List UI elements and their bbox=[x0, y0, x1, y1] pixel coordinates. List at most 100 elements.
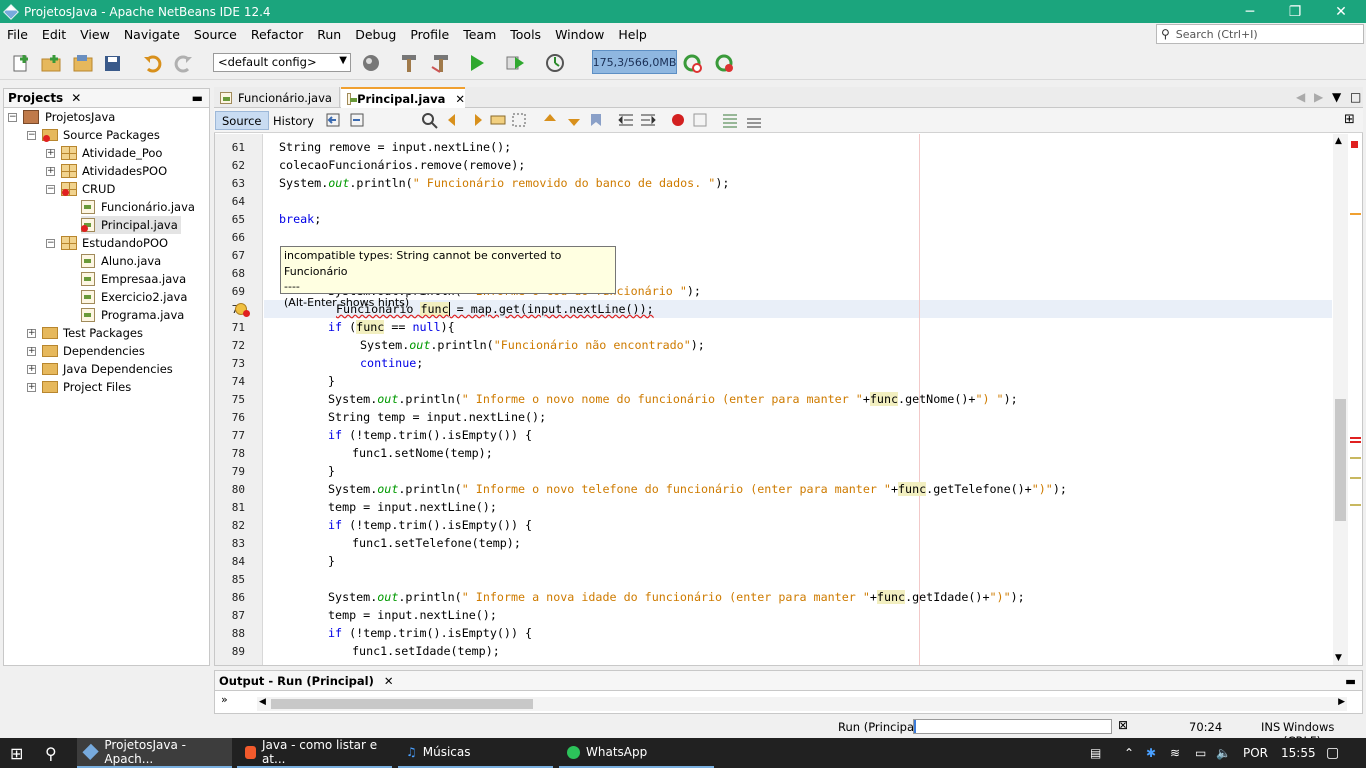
error-stripe-mark[interactable] bbox=[1350, 437, 1361, 439]
scroll-right-icon[interactable]: ▶ bbox=[1314, 90, 1323, 104]
tree-java-dependencies[interactable]: + Java Dependencies bbox=[27, 360, 173, 378]
code-line-80[interactable]: System.out.println(" Informe o novo tele… bbox=[328, 482, 1067, 496]
tree-file-principal[interactable]: Principal.java bbox=[81, 216, 181, 234]
expand-icon[interactable]: + bbox=[27, 328, 36, 338]
output-tab[interactable]: Output - Run (Principal) ✕ ▬ bbox=[215, 671, 1362, 691]
close-button[interactable]: ✕ bbox=[1318, 0, 1364, 23]
tree-project-files[interactable]: + Project Files bbox=[27, 378, 131, 396]
shift-left-icon[interactable] bbox=[616, 111, 638, 131]
menu-run[interactable]: Run bbox=[310, 27, 348, 42]
editor-vertical-scrollbar[interactable]: ▲ ▼ bbox=[1333, 134, 1348, 665]
maximize-icon[interactable]: □ bbox=[1350, 90, 1361, 104]
tree-dependencies[interactable]: + Dependencies bbox=[27, 342, 145, 360]
notifications-icon[interactable]: ▢ bbox=[1326, 738, 1339, 768]
close-icon[interactable]: ✕ bbox=[384, 674, 394, 688]
find-icon[interactable] bbox=[420, 111, 442, 131]
shift-right-icon[interactable] bbox=[638, 111, 660, 131]
power-icon[interactable]: ▭ bbox=[1195, 738, 1206, 768]
code-line-78[interactable]: func1.setNome(temp); bbox=[352, 446, 493, 460]
code-line-65[interactable]: break; bbox=[279, 212, 321, 226]
code-line-82[interactable]: if (!temp.trim().isEmpty()) { bbox=[328, 518, 532, 532]
back-icon[interactable] bbox=[348, 111, 370, 131]
tree-pkg-atividade-poo[interactable]: + Atividade_Poo bbox=[46, 144, 162, 162]
menu-profile[interactable]: Profile bbox=[403, 27, 456, 42]
find-next-icon[interactable] bbox=[466, 111, 488, 131]
tree-pkg-estudandopoo[interactable]: − EstudandoPOO bbox=[46, 234, 168, 252]
save-all-icon[interactable] bbox=[102, 53, 124, 73]
windows-start-icon[interactable]: ⊞ bbox=[10, 738, 23, 768]
split-editor-icon[interactable]: ⊞ bbox=[1344, 112, 1355, 127]
comment-icon[interactable] bbox=[720, 111, 742, 131]
code-line-73[interactable]: continue; bbox=[360, 356, 423, 370]
record-macro-icon[interactable] bbox=[668, 111, 690, 131]
code-line-81[interactable]: temp = input.nextLine(); bbox=[328, 500, 497, 514]
find-previous-icon[interactable] bbox=[444, 111, 466, 131]
source-button[interactable]: Source bbox=[215, 111, 269, 130]
tab-funcionario[interactable]: Funcionário.java bbox=[214, 87, 340, 108]
tree-file-empresaa[interactable]: Empresaa.java bbox=[81, 270, 186, 288]
code-line-72[interactable]: System.out.println("Funcionário não enco… bbox=[360, 338, 705, 352]
bluetooth-icon[interactable]: ✱ bbox=[1146, 738, 1156, 768]
code-line-88[interactable]: if (!temp.trim().isEmpty()) { bbox=[328, 626, 532, 640]
menu-navigate[interactable]: Navigate bbox=[117, 27, 187, 42]
search-icon[interactable]: ⚲ bbox=[45, 738, 57, 768]
clock[interactable]: 15:55 bbox=[1281, 738, 1316, 768]
menu-team[interactable]: Team bbox=[456, 27, 503, 42]
taskbar-whatsapp[interactable]: WhatsApp bbox=[559, 738, 714, 768]
menu-refactor[interactable]: Refactor bbox=[244, 27, 310, 42]
build-icon[interactable] bbox=[398, 53, 420, 73]
code-line-87[interactable]: temp = input.nextLine(); bbox=[328, 608, 497, 622]
tree-pkg-crud[interactable]: − CRUD bbox=[46, 180, 115, 198]
error-stripe-mark[interactable] bbox=[1350, 213, 1361, 215]
scroll-down-icon[interactable]: ▼ bbox=[1335, 653, 1342, 663]
expand-icon[interactable]: + bbox=[46, 166, 55, 176]
scrollbar-thumb[interactable] bbox=[1335, 399, 1346, 521]
taskbar-musicas[interactable]: ♫ Músicas bbox=[398, 738, 553, 768]
scroll-up-icon[interactable]: ▲ bbox=[1335, 136, 1342, 146]
history-button[interactable]: History bbox=[267, 111, 320, 130]
code-line-79[interactable]: } bbox=[328, 464, 335, 478]
code-line-77[interactable]: if (!temp.trim().isEmpty()) { bbox=[328, 428, 532, 442]
scroll-left-icon[interactable]: ◀ bbox=[259, 697, 266, 707]
taskbar-brave[interactable]: Java - como listar e at... bbox=[237, 738, 392, 768]
restore-button[interactable]: ❐ bbox=[1272, 0, 1318, 23]
projects-tab[interactable]: Projects ✕ ▬ bbox=[4, 89, 209, 108]
menu-view[interactable]: View bbox=[73, 27, 117, 42]
uncomment-icon[interactable] bbox=[744, 111, 766, 131]
expand-icon[interactable]: + bbox=[27, 346, 36, 356]
menu-help[interactable]: Help bbox=[611, 27, 654, 42]
tree-file-programa[interactable]: Programa.java bbox=[81, 306, 184, 324]
error-stripe-status-icon[interactable] bbox=[1351, 141, 1358, 148]
code-line-75[interactable]: System.out.println(" Informe o novo nome… bbox=[328, 392, 1018, 406]
last-edit-icon[interactable] bbox=[324, 111, 346, 131]
collapse-icon[interactable]: − bbox=[27, 130, 36, 140]
toggle-bookmark-icon[interactable] bbox=[586, 111, 608, 131]
menu-tools[interactable]: Tools bbox=[503, 27, 548, 42]
collapse-icon[interactable]: − bbox=[8, 112, 17, 122]
memory-indicator[interactable]: 175,3/566,0MB bbox=[592, 50, 677, 74]
close-icon[interactable]: ✕ bbox=[455, 92, 465, 106]
tree-root[interactable]: − ProjetosJava bbox=[8, 108, 115, 126]
collapse-icon[interactable]: − bbox=[46, 184, 55, 194]
code-line-74[interactable]: } bbox=[328, 374, 335, 388]
run-icon[interactable] bbox=[466, 53, 488, 73]
scroll-left-icon[interactable]: ◀ bbox=[1296, 90, 1305, 104]
code-line-83[interactable]: func1.setTelefone(temp); bbox=[352, 536, 521, 550]
undo-icon[interactable] bbox=[142, 53, 164, 73]
prev-bookmark-icon[interactable] bbox=[540, 111, 562, 131]
code-line-76[interactable]: String temp = input.nextLine(); bbox=[328, 410, 546, 424]
error-stripe-mark[interactable] bbox=[1350, 477, 1361, 479]
scroll-right-icon[interactable]: ▶ bbox=[1338, 697, 1345, 707]
code-line-71[interactable]: if (func == null){ bbox=[328, 320, 455, 334]
close-icon[interactable]: ✕ bbox=[71, 91, 81, 105]
error-stripe-mark[interactable] bbox=[1350, 504, 1361, 506]
error-stripe-mark[interactable] bbox=[1350, 457, 1361, 459]
code-line-63[interactable]: System.out.println(" Funcionário removid… bbox=[279, 176, 729, 190]
debug-icon[interactable] bbox=[504, 53, 526, 73]
menu-file[interactable]: File bbox=[0, 27, 35, 42]
collapse-icon[interactable]: − bbox=[46, 238, 55, 248]
open-project-icon[interactable] bbox=[72, 53, 94, 73]
snapshot-icon[interactable] bbox=[714, 53, 736, 73]
minimize-panel-icon[interactable]: ▬ bbox=[1345, 674, 1356, 688]
next-bookmark-icon[interactable] bbox=[564, 111, 586, 131]
